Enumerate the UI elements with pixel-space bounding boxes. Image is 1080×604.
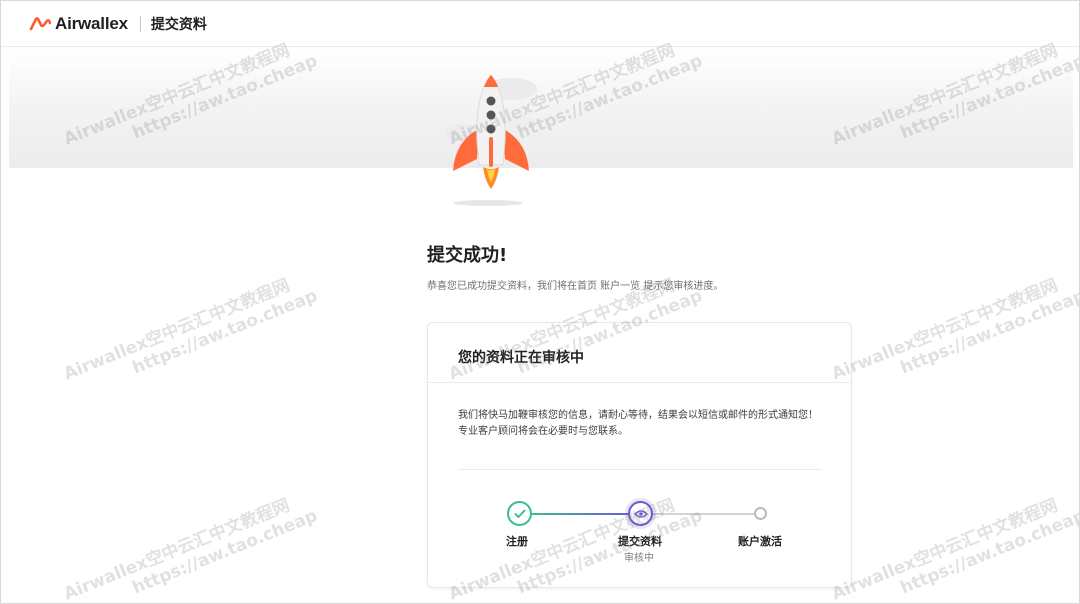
- page-title: 提交资料: [150, 16, 207, 33]
- top-header: Airwallex 提交资料: [1, 1, 1079, 47]
- header-divider: [139, 15, 141, 32]
- watermark-line: Airwallex空中云汇中文教程网: [61, 275, 293, 385]
- app-window: Airwallex 提交资料 提交成功! 恭喜您已成功提交资料，我们将在首页 账…: [0, 0, 1080, 604]
- eye-icon: [633, 509, 648, 518]
- step-activate-marker: [754, 507, 767, 520]
- step-status-reviewing: 审核中: [624, 553, 654, 564]
- watermark: Airwallex空中云汇中文教程网 https://aw.tao.cheap: [829, 487, 1080, 604]
- card-body-text: 我们将快马加鞭审核您的信息，请耐心等待，结果会以短信或邮件的形式通知您！专业客户…: [458, 410, 818, 437]
- card-divider: [458, 469, 822, 470]
- check-icon: [514, 509, 525, 518]
- card-title: 您的资料正在审核中: [458, 350, 584, 366]
- brand-name: Airwallex: [55, 13, 128, 33]
- success-description: 恭喜您已成功提交资料，我们将在首页 账户一览 提示您审核进度。: [427, 281, 724, 292]
- watermark-url: https://aw.tao.cheap: [129, 285, 321, 379]
- success-title: 提交成功!: [427, 245, 508, 266]
- watermark-url: https://aw.tao.cheap: [129, 505, 321, 599]
- card-divider: [428, 382, 851, 383]
- watermark-url: https://aw.tao.cheap: [897, 285, 1080, 379]
- step-label-register: 注册: [506, 535, 528, 548]
- watermark: Airwallex空中云汇中文教程网 https://aw.tao.cheap: [61, 267, 320, 403]
- airwallex-logo-icon: [29, 16, 51, 30]
- progress-line-pending: [652, 513, 760, 515]
- watermark: Airwallex空中云汇中文教程网 https://aw.tao.cheap: [61, 487, 321, 604]
- step-submit-marker: [628, 501, 653, 526]
- watermark-line: Airwallex空中云汇中文教程网: [829, 495, 1061, 604]
- watermark-url: https://aw.tao.cheap: [897, 505, 1080, 599]
- review-status-card: 您的资料正在审核中 我们将快马加鞭审核您的信息，请耐心等待，结果会以短信或邮件的…: [427, 322, 852, 588]
- watermark-line: Airwallex空中云汇中文教程网: [829, 275, 1061, 385]
- watermark: Airwallex空中云汇中文教程网 https://aw.tao.cheap: [829, 267, 1080, 403]
- step-label-activate: 账户激活: [738, 535, 782, 548]
- step-label-submit: 提交资料: [618, 535, 662, 548]
- watermark-line: Airwallex空中云汇中文教程网: [61, 495, 293, 604]
- rocket-illustration: [445, 74, 537, 189]
- step-register-marker: [507, 501, 532, 526]
- hero-band: [9, 48, 1073, 168]
- progress-line-completed: [530, 513, 630, 515]
- brand-logo[interactable]: Airwallex: [29, 14, 128, 34]
